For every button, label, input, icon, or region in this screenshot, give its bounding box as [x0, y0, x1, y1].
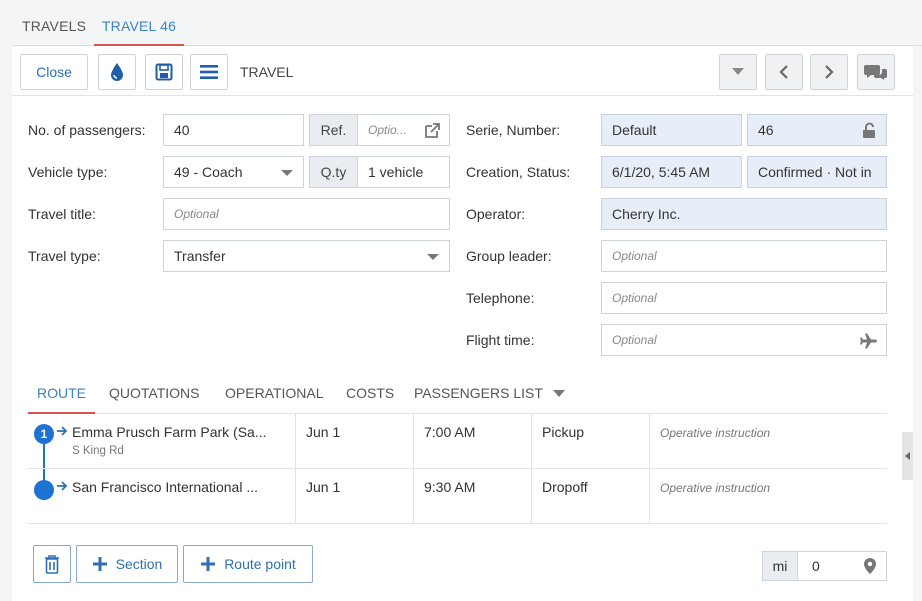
delete-button[interactable] [33, 545, 71, 583]
comments-icon [864, 65, 887, 80]
operator-label: Operator: [466, 206, 526, 222]
qty-input[interactable]: 1 vehicle [357, 156, 450, 188]
ref-placeholder: Optio... [368, 123, 407, 137]
route-kind[interactable]: Pickup [531, 414, 649, 468]
route-kind[interactable]: Dropoff [531, 469, 649, 523]
operator-field[interactable]: Cherry Inc. [601, 198, 887, 230]
arrow-right-icon [57, 481, 68, 491]
add-section-label: Section [115, 556, 163, 572]
menu-button[interactable] [190, 54, 228, 90]
add-section-button[interactable]: Section [76, 545, 178, 583]
previous-button[interactable] [765, 54, 803, 90]
menu-icon [200, 65, 218, 79]
caret-down-icon [552, 390, 565, 398]
route-address: S King Rd [72, 445, 124, 457]
ref-input[interactable]: Optio... [357, 114, 450, 146]
caret-down-icon [427, 254, 439, 260]
toolbar-section-label: TRAVEL [240, 64, 294, 80]
route-index-badge: 1 [34, 424, 54, 444]
airplane-icon [860, 333, 877, 349]
color-button[interactable] [98, 54, 136, 90]
passengers-label: No. of passengers: [28, 122, 146, 138]
travel-title-label: Travel title: [28, 206, 96, 222]
group-leader-input[interactable]: Optional [601, 240, 887, 272]
add-route-point-label: Route point [224, 556, 296, 572]
number-value: 46 [758, 122, 774, 138]
travel-type-label: Travel type: [28, 248, 101, 264]
table-row[interactable]: San Francisco International ... Jun 1 9:… [28, 469, 887, 524]
chevron-left-icon [779, 65, 788, 79]
passengers-input[interactable]: 40 [163, 114, 304, 146]
vehicle-value: 49 - Coach [174, 164, 243, 180]
flight-time-input[interactable]: Optional [601, 324, 887, 356]
distance-unit: mi [762, 551, 798, 581]
sub-tabs: ROUTE QUOTATIONS OPERATIONAL COSTS PASSE… [28, 372, 887, 414]
tab-passengers-list-label: PASSENGERS LIST [414, 385, 543, 401]
route-time[interactable]: 9:30 AM [413, 469, 531, 523]
travel-type-select[interactable]: Transfer [163, 240, 450, 272]
caret-down-icon [281, 170, 293, 176]
flight-time-placeholder: Optional [612, 333, 657, 347]
number-field[interactable]: 46 [747, 114, 887, 146]
external-link-icon[interactable] [423, 122, 441, 140]
tab-travel-46[interactable]: TRAVEL 46 [94, 0, 184, 46]
route-date[interactable]: Jun 1 [295, 469, 413, 523]
vehicle-label: Vehicle type: [28, 164, 108, 180]
tab-quotations[interactable]: QUOTATIONS [109, 372, 199, 414]
route-instruction[interactable]: Operative instruction [649, 414, 887, 468]
route-place[interactable]: San Francisco International ... [72, 479, 290, 495]
route-date[interactable]: Jun 1 [295, 414, 413, 468]
tab-travels[interactable]: TRAVELS [22, 0, 86, 46]
chevron-right-icon [825, 65, 834, 79]
save-button[interactable] [145, 54, 183, 90]
qty-addon: Q.ty [309, 156, 358, 188]
travel-panel: Close TRAVEL No. of passengers: 40 Ref. … [12, 46, 913, 601]
tab-operational[interactable]: OPERATIONAL [225, 372, 324, 414]
trash-icon [45, 555, 59, 574]
next-button[interactable] [810, 54, 848, 90]
tab-passengers-list[interactable]: PASSENGERS LIST [414, 372, 565, 414]
arrow-right-icon [57, 426, 68, 436]
group-leader-label: Group leader: [466, 248, 552, 264]
travel-type-value: Transfer [174, 248, 226, 264]
save-icon [155, 63, 173, 81]
unlock-icon[interactable] [860, 122, 878, 140]
route-instruction[interactable]: Operative instruction [649, 469, 887, 523]
map-marker-icon[interactable] [864, 558, 876, 574]
close-button[interactable]: Close [20, 54, 88, 90]
serie-field: Default [601, 114, 742, 146]
creation-label: Creation, Status: [466, 164, 571, 180]
status-field[interactable]: Confirmed · Not in [747, 156, 887, 188]
comments-button[interactable] [857, 54, 895, 90]
creation-date-field: 6/1/20, 5:45 AM [601, 156, 742, 188]
caret-down-icon [732, 68, 744, 75]
route-point-dot [34, 480, 54, 500]
travel-title-input[interactable]: Optional [163, 198, 450, 230]
route-time[interactable]: 7:00 AM [413, 414, 531, 468]
vehicle-select[interactable]: 49 - Coach [163, 156, 304, 188]
toolbar: Close TRAVEL [12, 46, 913, 96]
plus-icon [201, 557, 216, 571]
tab-route[interactable]: ROUTE [28, 372, 95, 414]
distance-value: 0 [812, 558, 820, 574]
top-tabs: TRAVELS TRAVEL 46 [12, 0, 922, 46]
tab-costs[interactable]: COSTS [346, 372, 394, 414]
drop-icon [111, 63, 123, 81]
table-row[interactable]: 1 Emma Prusch Farm Park (Sa... S King Rd… [28, 414, 887, 469]
serie-label: Serie, Number: [466, 122, 561, 138]
ref-addon: Ref. [309, 114, 358, 146]
side-panel-toggle[interactable] [902, 432, 913, 480]
add-route-point-button[interactable]: Route point [183, 545, 313, 583]
route-place[interactable]: Emma Prusch Farm Park (Sa... [72, 424, 290, 440]
dropdown-button[interactable] [719, 54, 757, 90]
telephone-input[interactable]: Optional [601, 282, 887, 314]
distance-input[interactable]: 0 [797, 551, 887, 581]
plus-icon [92, 557, 107, 571]
telephone-label: Telephone: [466, 290, 535, 306]
flight-time-label: Flight time: [466, 332, 535, 348]
